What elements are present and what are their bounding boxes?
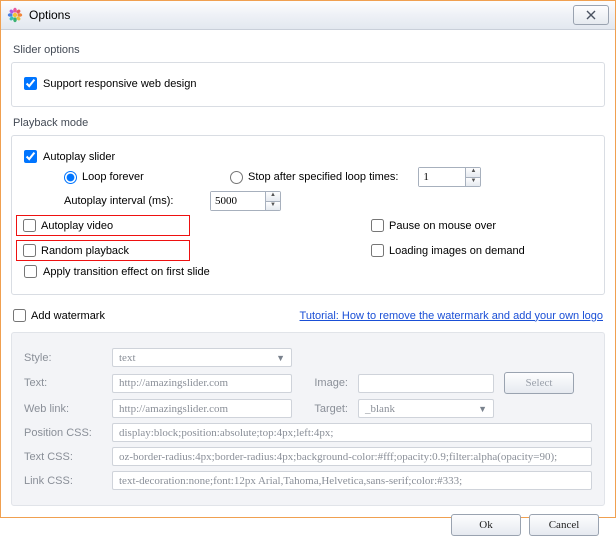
random-playback-label: Random playback <box>41 245 129 257</box>
chevron-down-icon: ▼ <box>276 353 285 363</box>
autoplay-video-label: Autoplay video <box>41 220 113 232</box>
autoplay-video-highlight: Autoplay video <box>16 215 190 236</box>
style-value: text <box>119 352 136 364</box>
responsive-checkbox[interactable] <box>24 77 37 90</box>
interval-label: Autoplay interval (ms): <box>64 195 204 207</box>
chevron-down-icon: ▼ <box>478 404 487 414</box>
autoplay-video-checkbox[interactable] <box>23 219 36 232</box>
loop-forever-radio[interactable] <box>64 171 77 184</box>
dialog-footer: Ok Cancel <box>11 506 605 536</box>
spin-up-icon[interactable]: ▲ <box>266 192 280 202</box>
weblink-input <box>112 399 292 418</box>
interval-spinner[interactable]: ▲ ▼ <box>210 191 281 211</box>
add-watermark-label: Add watermark <box>31 310 105 322</box>
textcss-label: Text CSS: <box>24 451 102 463</box>
select-button: Select <box>504 372 574 394</box>
spin-down-icon[interactable]: ▼ <box>266 202 280 211</box>
pause-mouse-label: Pause on mouse over <box>389 220 496 232</box>
textcss-input <box>112 447 592 466</box>
target-label: Target: <box>302 403 348 415</box>
apply-transition-label: Apply transition effect on first slide <box>43 266 210 278</box>
linkcss-label: Link CSS: <box>24 475 102 487</box>
tutorial-link[interactable]: Tutorial: How to remove the watermark an… <box>300 310 603 322</box>
close-button[interactable] <box>573 5 609 25</box>
add-watermark-checkbox[interactable] <box>13 309 26 322</box>
random-playback-highlight: Random playback <box>16 240 190 261</box>
loading-demand-checkbox[interactable] <box>371 244 384 257</box>
linkcss-input <box>112 471 592 490</box>
content-area: Slider options Support responsive web de… <box>1 30 615 546</box>
window-title: Options <box>29 8 573 22</box>
weblink-label: Web link: <box>24 403 102 415</box>
target-combo: _blank ▼ <box>358 399 494 418</box>
titlebar: Options <box>1 1 615 30</box>
playback-mode-group: Autoplay slider Loop forever Stop after … <box>11 135 605 295</box>
slider-options-title: Slider options <box>13 44 605 56</box>
stop-after-radio[interactable] <box>230 171 243 184</box>
slider-options-group: Support responsive web design <box>11 62 605 107</box>
apply-transition-checkbox[interactable] <box>24 265 37 278</box>
autoplay-slider-checkbox[interactable] <box>24 150 37 163</box>
poscss-label: Position CSS: <box>24 427 102 439</box>
loop-times-spinner[interactable]: ▲ ▼ <box>418 167 481 187</box>
stop-after-label: Stop after specified loop times: <box>248 171 398 183</box>
playback-mode-title: Playback mode <box>13 117 605 129</box>
close-icon <box>586 10 596 20</box>
text-label: Text: <box>24 377 102 389</box>
image-input <box>358 374 494 393</box>
pause-mouse-checkbox[interactable] <box>371 219 384 232</box>
autoplay-slider-label: Autoplay slider <box>43 151 115 163</box>
ok-button[interactable]: Ok <box>451 514 521 536</box>
app-flower-icon <box>7 7 23 23</box>
responsive-label: Support responsive web design <box>43 78 196 90</box>
poscss-input <box>112 423 592 442</box>
loop-times-input[interactable] <box>419 168 465 186</box>
loop-forever-label: Loop forever <box>82 171 144 183</box>
watermark-settings-panel: Style: text ▼ Text: Image: Select Web li… <box>11 332 605 506</box>
style-combo: text ▼ <box>112 348 292 367</box>
style-label: Style: <box>24 352 102 364</box>
spin-down-icon[interactable]: ▼ <box>466 178 480 187</box>
image-label: Image: <box>302 377 348 389</box>
text-input <box>112 374 292 393</box>
spin-up-icon[interactable]: ▲ <box>466 168 480 178</box>
interval-input[interactable] <box>211 192 265 210</box>
target-value: _blank <box>365 403 395 415</box>
loading-demand-label: Loading images on demand <box>389 245 525 257</box>
random-playback-checkbox[interactable] <box>23 244 36 257</box>
cancel-button[interactable]: Cancel <box>529 514 599 536</box>
